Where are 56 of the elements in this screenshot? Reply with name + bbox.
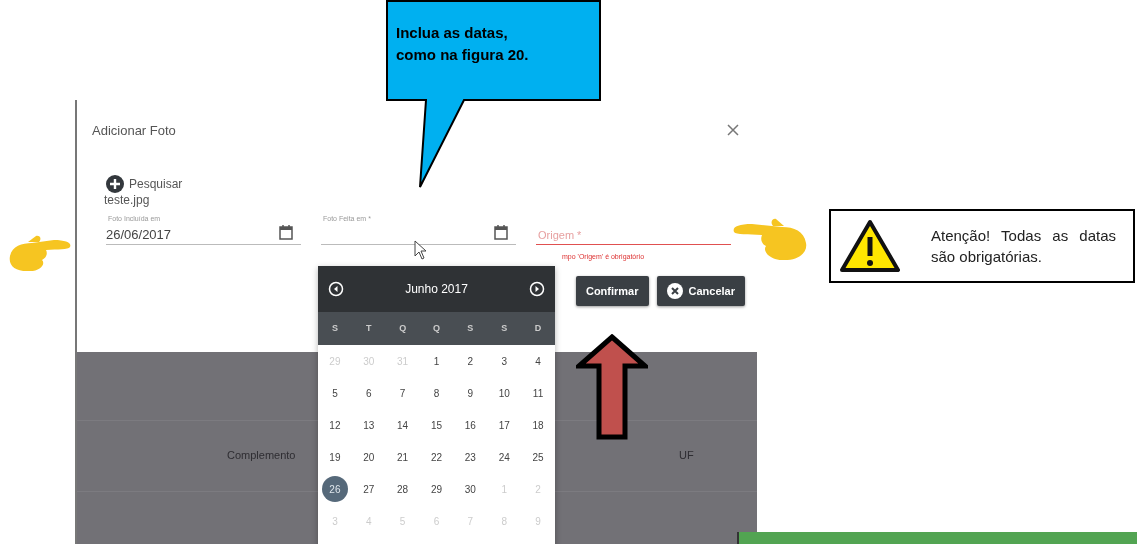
calendar-day[interactable]: 21: [389, 444, 416, 470]
calendar-day[interactable]: 20: [355, 444, 382, 470]
weekday-label: S: [466, 322, 475, 335]
calendar-day[interactable]: 2: [457, 348, 484, 374]
calendar-day[interactable]: 3: [491, 348, 518, 374]
column-header: Complemento: [227, 449, 296, 461]
callout-text: Inclua as datas, como na figura 20.: [396, 23, 530, 65]
calendar-day[interactable]: 26: [321, 476, 348, 502]
calendar-day[interactable]: 12: [321, 412, 348, 438]
weekday-label: Q: [398, 322, 408, 335]
calendar-day[interactable]: 9: [457, 380, 484, 406]
calendar-day[interactable]: 23: [457, 444, 484, 470]
calendar-day[interactable]: 15: [423, 412, 450, 438]
close-icon[interactable]: [727, 124, 739, 136]
calendar-day[interactable]: 4: [525, 348, 552, 374]
calendar-day[interactable]: 1: [423, 348, 450, 374]
calendar-day[interactable]: 14: [389, 412, 416, 438]
calendar-day[interactable]: 24: [491, 444, 518, 470]
previous-icon[interactable]: [328, 281, 344, 297]
confirm-button[interactable]: Confirmar: [575, 276, 649, 306]
calendar-day[interactable]: 7: [389, 380, 416, 406]
weekday-label: S: [500, 322, 509, 335]
plus-icon: [106, 175, 124, 193]
calendar-day[interactable]: 18: [525, 412, 552, 438]
note-text: Atenção! Todas as datas são obrigatórias.: [931, 226, 1116, 267]
calendar-day[interactable]: 22: [423, 444, 450, 470]
calendar-icon[interactable]: [279, 225, 293, 240]
calendar-day[interactable]: 8: [423, 380, 450, 406]
weekday-label: D: [533, 322, 543, 335]
calendar-day[interactable]: 13: [355, 412, 382, 438]
weekday-label: T: [365, 322, 373, 335]
column-header: UF: [679, 449, 694, 461]
calendar-day[interactable]: 17: [491, 412, 518, 438]
warning-icon: [839, 219, 901, 273]
calendar-day[interactable]: 5: [321, 380, 348, 406]
calendar-day[interactable]: 29: [423, 476, 450, 502]
mouse-pointer-icon: [414, 240, 428, 260]
calendar-day[interactable]: 27: [355, 476, 382, 502]
calendar-day[interactable]: 19: [321, 444, 348, 470]
close-circle-icon: [666, 283, 683, 299]
next-icon[interactable]: [529, 281, 545, 297]
weekday-label: Q: [432, 322, 441, 335]
calendar-day[interactable]: 30: [457, 476, 484, 502]
cancel-button[interactable]: Cancelar: [656, 276, 745, 306]
month-title: Junho 2017: [405, 282, 468, 296]
calendar-day[interactable]: 28: [389, 476, 416, 502]
calendar-day[interactable]: 10: [491, 380, 518, 406]
calendar-day[interactable]: 6: [355, 380, 382, 406]
file-name: teste.jpg: [104, 193, 150, 207]
calendar-day[interactable]: 16: [457, 412, 484, 438]
calendar-day[interactable]: 11: [525, 380, 552, 406]
upload-button[interactable]: Pesquisar: [106, 175, 183, 193]
calendar-day[interactable]: 25: [525, 444, 552, 470]
calendar-icon[interactable]: [494, 225, 508, 240]
dialog-title: Adicionar Foto: [92, 122, 176, 138]
weekday-label: S: [330, 322, 339, 335]
